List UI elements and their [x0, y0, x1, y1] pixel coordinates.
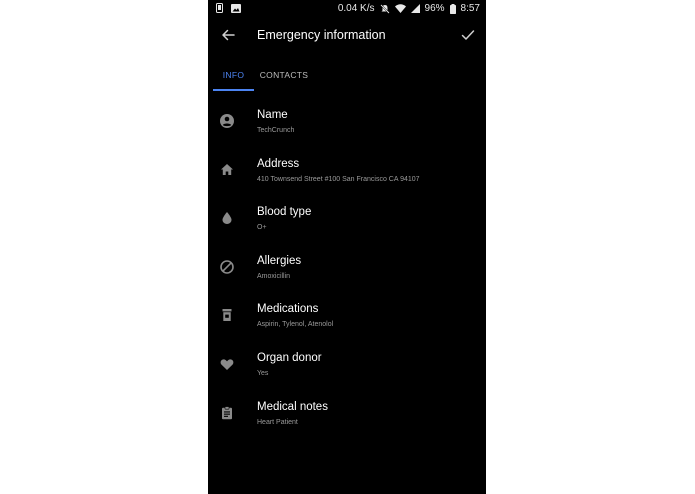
field-label: Blood type [257, 206, 312, 218]
tab-contacts[interactable]: CONTACTS [257, 58, 311, 92]
field-label: Name [257, 109, 288, 121]
network-speed: 0.04 K/s [337, 3, 375, 14]
back-button[interactable] [218, 25, 238, 45]
mute-icon [379, 3, 390, 14]
field-label: Medications [257, 303, 319, 315]
toolbar: Emergency information [208, 17, 486, 55]
save-button[interactable] [458, 25, 478, 45]
field-value: 410 Townsend Street #100 San Francisco C… [257, 176, 420, 183]
tab-info[interactable]: INFO [213, 58, 254, 92]
field-value: Yes [257, 370, 269, 377]
field-label: Organ donor [257, 352, 322, 364]
field-label: Medical notes [257, 401, 328, 413]
clipboard-icon [218, 404, 236, 422]
block-icon [218, 258, 236, 276]
field-value: TechCrunch [257, 127, 295, 134]
field-value: O+ [257, 224, 267, 231]
battery-icon [449, 3, 456, 14]
arrow-back-icon [222, 29, 235, 41]
home-icon [218, 161, 236, 179]
field-label: Address [257, 158, 300, 170]
field-medications[interactable]: Medications Aspirin, Tylenol, Atenolol [208, 294, 486, 342]
field-value: Amoxicillin [257, 273, 291, 280]
field-blood-type[interactable]: Blood type O+ [208, 197, 486, 245]
field-allergies[interactable]: Allergies Amoxicillin [208, 246, 486, 294]
field-value: Aspirin, Tylenol, Atenolol [257, 321, 334, 328]
phone-screen: 0.04 K/s 96% 8:57 Emergency information [208, 0, 486, 494]
signal-icon [410, 4, 420, 13]
clock: 8:57 [460, 3, 480, 14]
account-circle-icon [218, 112, 236, 130]
field-name[interactable]: Name TechCrunch [208, 100, 486, 148]
blood-drop-icon [218, 209, 236, 227]
field-medical-notes[interactable]: Medical notes Heart Patient [208, 392, 486, 440]
field-label: Allergies [257, 255, 302, 267]
field-address[interactable]: Address 410 Townsend Street #100 San Fra… [208, 149, 486, 197]
image-notification-icon [231, 3, 241, 13]
field-organ-donor[interactable]: Organ donor Yes [208, 343, 486, 391]
phone-notification-icon [216, 3, 223, 13]
tab-bar: INFO CONTACTS [208, 58, 486, 92]
status-bar: 0.04 K/s 96% 8:57 [208, 0, 486, 17]
heart-icon [218, 355, 236, 373]
check-icon [461, 30, 475, 40]
tab-indicator [213, 89, 254, 91]
wifi-icon [394, 4, 406, 13]
battery-level: 96% [424, 3, 445, 14]
pill-bottle-icon [218, 306, 236, 324]
field-value: Heart Patient [257, 419, 298, 426]
page-title: Emergency information [257, 28, 386, 42]
